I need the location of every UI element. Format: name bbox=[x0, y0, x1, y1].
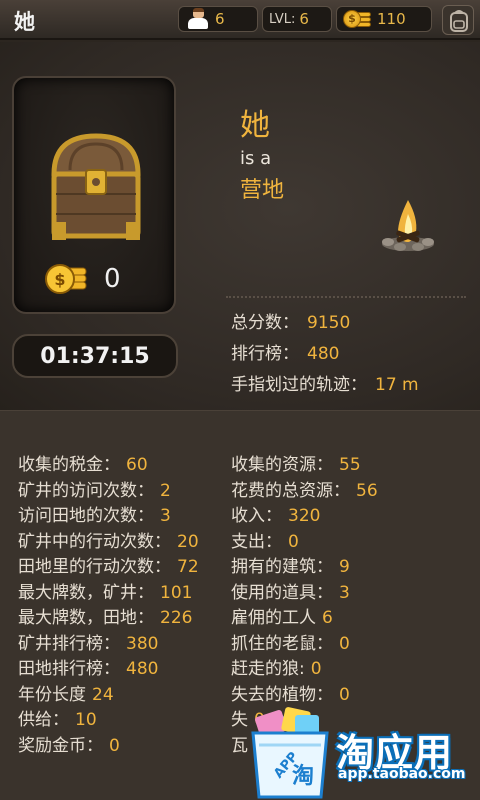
stat-row: 雇佣的工人 6 bbox=[231, 608, 333, 628]
stat-row: 矿井中的行动次数： 20 bbox=[18, 532, 199, 552]
stat-row: 田地排行榜： 480 bbox=[18, 659, 159, 679]
worker-icon bbox=[185, 8, 211, 30]
taobao-app-bag-icon: APP 淘 bbox=[251, 707, 329, 799]
stat-row: 最大牌数，矿井： 101 bbox=[18, 583, 193, 603]
stat-row: 收集的税金： 60 bbox=[18, 455, 148, 475]
level-counter: LVL: 6 bbox=[262, 6, 332, 32]
ranking-value: 480 bbox=[307, 344, 340, 364]
stat-row: 拥有的建筑： 9 bbox=[231, 557, 350, 577]
treasure-chest-card[interactable] bbox=[12, 76, 176, 314]
workers-counter[interactable]: 6 bbox=[178, 6, 258, 32]
coin-stack-icon: $ bbox=[45, 264, 87, 294]
stat-row: 花费的总资源： 56 bbox=[231, 481, 378, 501]
building-owner-name: 她 bbox=[240, 108, 270, 143]
stat-row: 田地里的行动次数： 72 bbox=[18, 557, 199, 577]
divider bbox=[226, 296, 466, 298]
svg-text:淘: 淘 bbox=[292, 763, 314, 789]
ranking-row: 排行榜： 480 bbox=[231, 339, 339, 364]
timer-display: 01:37:15 bbox=[12, 334, 178, 378]
stat-row: 访问田地的次数： 3 bbox=[18, 506, 171, 526]
chest-coin-count: 0 bbox=[104, 264, 121, 294]
svg-text:$: $ bbox=[54, 270, 65, 289]
level-label: LVL: bbox=[269, 11, 296, 27]
workers-count: 6 bbox=[215, 10, 225, 28]
stat-row: 最大牌数，田地： 226 bbox=[18, 608, 193, 628]
stat-row: 收入： 320 bbox=[231, 506, 321, 526]
coins-counter[interactable]: $ 110 bbox=[336, 6, 432, 32]
building-type: 营地 bbox=[240, 178, 285, 203]
top-bar: 她 6 LVL: 6 $ 110 bbox=[0, 0, 480, 40]
backpack-icon bbox=[450, 10, 468, 32]
stat-row: 矿井的访问次数： 2 bbox=[18, 481, 171, 501]
coins-count: 110 bbox=[377, 10, 406, 28]
player-name: 她 bbox=[14, 10, 35, 34]
treasure-chest-icon bbox=[51, 133, 141, 240]
finger-distance-row: 手指划过的轨迹： 17 m bbox=[231, 370, 419, 395]
coins-icon: $ bbox=[343, 8, 373, 30]
stat-row: 支出： 0 bbox=[231, 532, 299, 552]
stat-row: 使用的道具： 3 bbox=[231, 583, 350, 603]
watermark-url: app.taobao.com bbox=[338, 766, 466, 782]
stat-row: 赶走的狼: 0 bbox=[231, 659, 322, 679]
stat-row: 收集的资源： 55 bbox=[231, 455, 361, 475]
ranking-label: 排行榜： bbox=[231, 344, 299, 364]
stat-row: 失去的植物： 0 bbox=[231, 685, 350, 705]
total-score-label: 总分数： bbox=[231, 313, 299, 333]
stat-row: 奖励金币： 0 bbox=[18, 736, 120, 756]
stat-row: 年份长度 24 bbox=[18, 685, 114, 705]
campfire-icon bbox=[382, 200, 434, 251]
stat-row: 抓住的老鼠： 0 bbox=[231, 634, 350, 654]
finger-distance-label: 手指划过的轨迹： bbox=[231, 375, 367, 395]
stat-row: 供给： 10 bbox=[18, 710, 97, 730]
backpack-button[interactable] bbox=[442, 5, 474, 35]
total-score-value: 9150 bbox=[307, 313, 351, 333]
level-value: 6 bbox=[299, 10, 309, 28]
stat-row: 矿井排行榜： 380 bbox=[18, 634, 159, 654]
is-a-text: is a bbox=[240, 148, 272, 169]
total-score-row: 总分数： 9150 bbox=[231, 308, 350, 333]
finger-distance-value: 17 m bbox=[375, 375, 419, 395]
